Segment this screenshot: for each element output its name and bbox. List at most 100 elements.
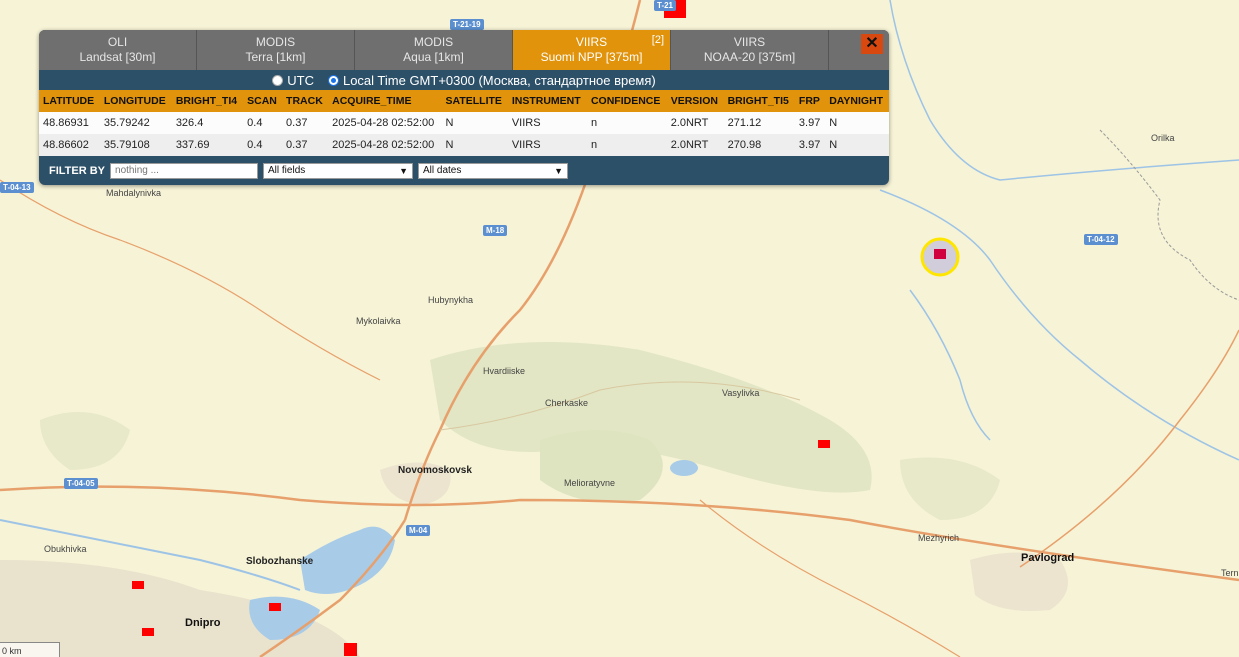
place-label: Tern (1221, 568, 1239, 578)
road-shield: T-21 (654, 0, 677, 11)
place-label: Mahdalynivka (106, 188, 162, 198)
sensor-tabs: OLI Landsat [30m] MODIS Terra [1km] MODI… (39, 30, 889, 70)
tab-subtitle: Landsat [30m] (79, 50, 156, 64)
table-cell: 0.37 (282, 112, 329, 134)
road-shield: T-04-12 (1084, 234, 1118, 245)
tab-count-badge: [2] (651, 34, 664, 46)
column-header[interactable]: INSTRUMENT (507, 90, 587, 112)
fire-hotspot[interactable] (818, 440, 830, 448)
close-button[interactable]: ✕ (861, 34, 883, 54)
table-cell: N (825, 134, 889, 156)
tab-modis-terra[interactable]: MODIS Terra [1km] (197, 30, 355, 70)
road-shield: T-21-19 (450, 19, 484, 30)
map-scale: 0 km (0, 642, 60, 657)
column-header[interactable]: LONGITUDE (99, 90, 172, 112)
place-label: Cherkaske (545, 398, 589, 408)
tab-bar-spacer: ✕ (829, 30, 889, 70)
fire-info-panel: OLI Landsat [30m] MODIS Terra [1km] MODI… (39, 30, 889, 185)
chevron-down-icon: ▼ (399, 165, 409, 176)
fire-hotspot[interactable] (344, 643, 357, 656)
column-header[interactable]: TRACK (282, 90, 329, 112)
place-label: Orilka (1151, 133, 1175, 143)
tab-modis-aqua[interactable]: MODIS Aqua [1km] (355, 30, 513, 70)
road-shield: T-04-13 (0, 182, 34, 193)
tab-title: MODIS (255, 35, 296, 49)
table-cell: VIIRS (507, 134, 587, 156)
table-cell: N (441, 134, 508, 156)
place-label: Novomoskovsk (398, 465, 472, 476)
table-cell: 0.4 (243, 134, 283, 156)
table-cell: n (586, 134, 667, 156)
fire-data-table: LATITUDE LONGITUDE BRIGHT_TI4 SCAN TRACK… (39, 90, 889, 156)
tab-oli-landsat[interactable]: OLI Landsat [30m] (39, 30, 197, 70)
road-shield: M-04 (406, 525, 431, 536)
column-header[interactable]: VERSION (666, 90, 724, 112)
table-row[interactable]: 48.86602 35.79108 337.69 0.4 0.37 2025-0… (39, 134, 889, 156)
filter-label: FILTER BY (49, 164, 106, 177)
fire-hotspot[interactable] (142, 628, 154, 636)
date-select[interactable]: All dates ▼ (418, 162, 569, 179)
place-label: Dnipro (185, 617, 221, 629)
table-cell: 2.0NRT (666, 112, 724, 134)
place-label: Hvardiiske (483, 366, 526, 376)
table-cell: 48.86931 (39, 112, 100, 134)
tab-viirs-noaa-20[interactable]: VIIRS NOAA-20 [375m] (671, 30, 829, 70)
table-cell: 2025-04-28 02:52:00 (328, 134, 442, 156)
road-shield: T-04-05 (64, 478, 98, 489)
tab-subtitle: NOAA-20 [375m] (703, 50, 796, 64)
table-header-row: LATITUDE LONGITUDE BRIGHT_TI4 SCAN TRACK… (39, 90, 889, 112)
table-cell: n (586, 112, 667, 134)
tab-title: MODIS (413, 35, 454, 49)
field-select[interactable]: All fields ▼ (263, 162, 414, 179)
table-cell: N (441, 112, 508, 134)
field-select-value: All fields (268, 165, 306, 176)
tab-subtitle: Aqua [1km] (403, 50, 464, 64)
road-shield: M-18 (483, 225, 508, 236)
filter-input[interactable] (110, 162, 259, 179)
table-cell: 35.79242 (99, 112, 172, 134)
table-cell: N (825, 112, 889, 134)
table-cell: VIIRS (507, 112, 587, 134)
table-cell: 48.86602 (39, 134, 100, 156)
table-cell: 0.4 (243, 112, 283, 134)
column-header[interactable]: DAYNIGHT (825, 90, 889, 112)
local-time-radio[interactable] (327, 74, 339, 86)
date-select-value: All dates (423, 165, 462, 176)
column-header[interactable]: SCAN (243, 90, 283, 112)
table-cell: 271.12 (723, 112, 795, 134)
table-row[interactable]: 48.86931 35.79242 326.4 0.4 0.37 2025-04… (39, 112, 889, 134)
tab-viirs-suomi-npp[interactable]: VIIRS Suomi NPP [375m] [2] (513, 30, 671, 70)
filter-bar: FILTER BY All fields ▼ All dates ▼ (39, 156, 889, 185)
column-header[interactable]: FRP (794, 90, 826, 112)
place-label: Slobozhanske (246, 556, 314, 567)
table-cell: 3.97 (794, 134, 826, 156)
place-label: Hubynykha (428, 295, 474, 305)
table-cell: 35.79108 (99, 134, 172, 156)
fire-hotspot[interactable] (132, 581, 144, 589)
table-cell: 337.69 (171, 134, 244, 156)
table-cell: 3.97 (794, 112, 826, 134)
table-cell: 0.37 (282, 134, 329, 156)
table-cell: 326.4 (171, 112, 244, 134)
column-header[interactable]: BRIGHT_TI5 (723, 90, 795, 112)
place-label: Vasylivka (722, 388, 760, 398)
column-header[interactable]: LATITUDE (39, 90, 100, 112)
utc-radio[interactable] (272, 74, 284, 86)
column-header[interactable]: ACQUIRE_TIME (328, 90, 442, 112)
table-cell: 270.98 (723, 134, 795, 156)
table-cell: 2.0NRT (666, 134, 724, 156)
local-time-label: Local Time GMT+0300 (Москва, стандартное… (342, 72, 656, 88)
tab-subtitle: Suomi NPP [375m] (540, 50, 643, 64)
tab-subtitle: Terra [1km] (245, 50, 306, 64)
tab-title: OLI (107, 35, 128, 49)
column-header[interactable]: BRIGHT_TI4 (171, 90, 244, 112)
place-label: Melioratyvne (564, 478, 616, 488)
timezone-selector: UTC Local Time GMT+0300 (Москва, стандар… (39, 70, 889, 90)
place-label: Pavlograd (1021, 552, 1075, 564)
fire-hotspot[interactable] (269, 603, 281, 611)
tab-title: VIIRS (575, 35, 608, 49)
column-header[interactable]: CONFIDENCE (586, 90, 667, 112)
table-cell: 2025-04-28 02:52:00 (328, 112, 442, 134)
column-header[interactable]: SATELLITE (441, 90, 508, 112)
utc-label: UTC (287, 72, 314, 88)
